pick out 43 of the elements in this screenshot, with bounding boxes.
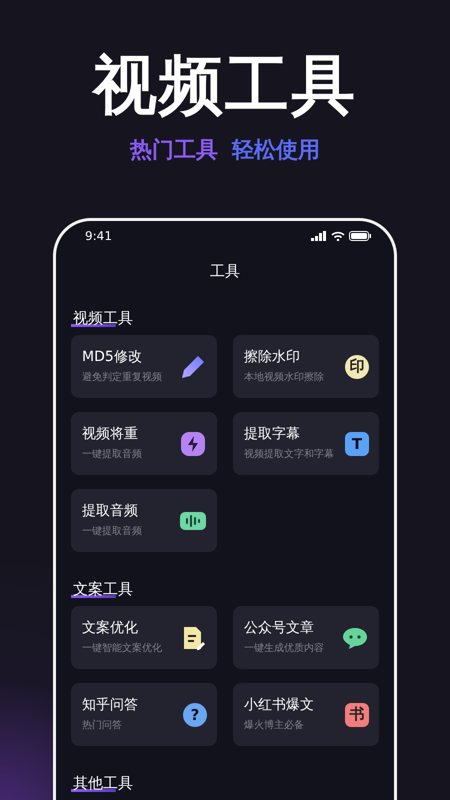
tool-description: 一键智能文案优化 — [82, 642, 162, 655]
stamp-icon: 印 — [345, 354, 369, 378]
tool-description: 爆火博主必备 — [244, 719, 305, 732]
status-time: 9:41 — [85, 229, 112, 243]
tool-name: 小红书爆文 — [244, 697, 314, 714]
tool-card[interactable]: 视频将重 一键提取音频 — [71, 412, 217, 475]
tool-card[interactable]: 知乎问答 热门问答 ? — [71, 683, 217, 746]
screen-title: 工具 — [209, 261, 241, 281]
tool-card[interactable]: 擦除水印 本地视频水印擦除 印 — [233, 335, 379, 398]
tool-card[interactable]: 小红书爆文 爆火博主必备 书 — [233, 683, 379, 746]
tool-card[interactable]: 公众号文章 一键生成优质内容 — [233, 606, 379, 669]
battery-icon — [349, 231, 371, 241]
tool-card[interactable]: 提取音频 一键提取音频 — [71, 489, 217, 552]
question-bubble-icon: ? — [183, 702, 207, 726]
section-title: 视频工具 — [71, 309, 135, 327]
headline: 视频工具 — [93, 48, 357, 125]
tagline-text: 热门工具 — [130, 136, 218, 165]
signal-icon — [311, 231, 327, 241]
tool-name: 视频将重 — [82, 426, 139, 443]
tool-name: 提取音频 — [82, 503, 139, 520]
tool-description: 一键生成优质内容 — [244, 642, 324, 655]
tool-description: 视频提取文字和字幕 — [244, 448, 334, 461]
section-title: 文案工具 — [71, 580, 135, 598]
wifi-icon — [331, 231, 345, 241]
tool-name: 知乎问答 — [82, 697, 138, 714]
tool-card[interactable]: 文案优化 一键智能文案优化 — [71, 606, 217, 669]
book-icon: 书 — [345, 702, 369, 726]
tool-card[interactable]: 提取字幕 视频提取文字和字幕 T — [233, 412, 379, 475]
tool-name: 文案优化 — [82, 620, 139, 637]
tool-description: 避免判定重复视频 — [82, 371, 162, 384]
tool-description: 本地视频水印擦除 — [244, 371, 324, 384]
tool-description: 热门问答 — [82, 719, 123, 732]
tool-name: 擦除水印 — [244, 349, 301, 366]
tool-name: 提取字幕 — [244, 426, 301, 443]
tagline-text: 轻松使用 — [232, 137, 320, 165]
letter-icon: T — [345, 432, 369, 456]
tool-description: 一键提取音频 — [82, 448, 142, 461]
section-title: 其他工具 — [71, 774, 135, 792]
tool-name: 公众号文章 — [244, 620, 315, 637]
tool-card[interactable]: MD5修改 避免判定重复视频 — [71, 335, 217, 398]
tool-name: MD5修改 — [82, 349, 143, 366]
tool-description: 一键提取音频 — [82, 525, 142, 538]
lightning-icon — [179, 430, 207, 458]
